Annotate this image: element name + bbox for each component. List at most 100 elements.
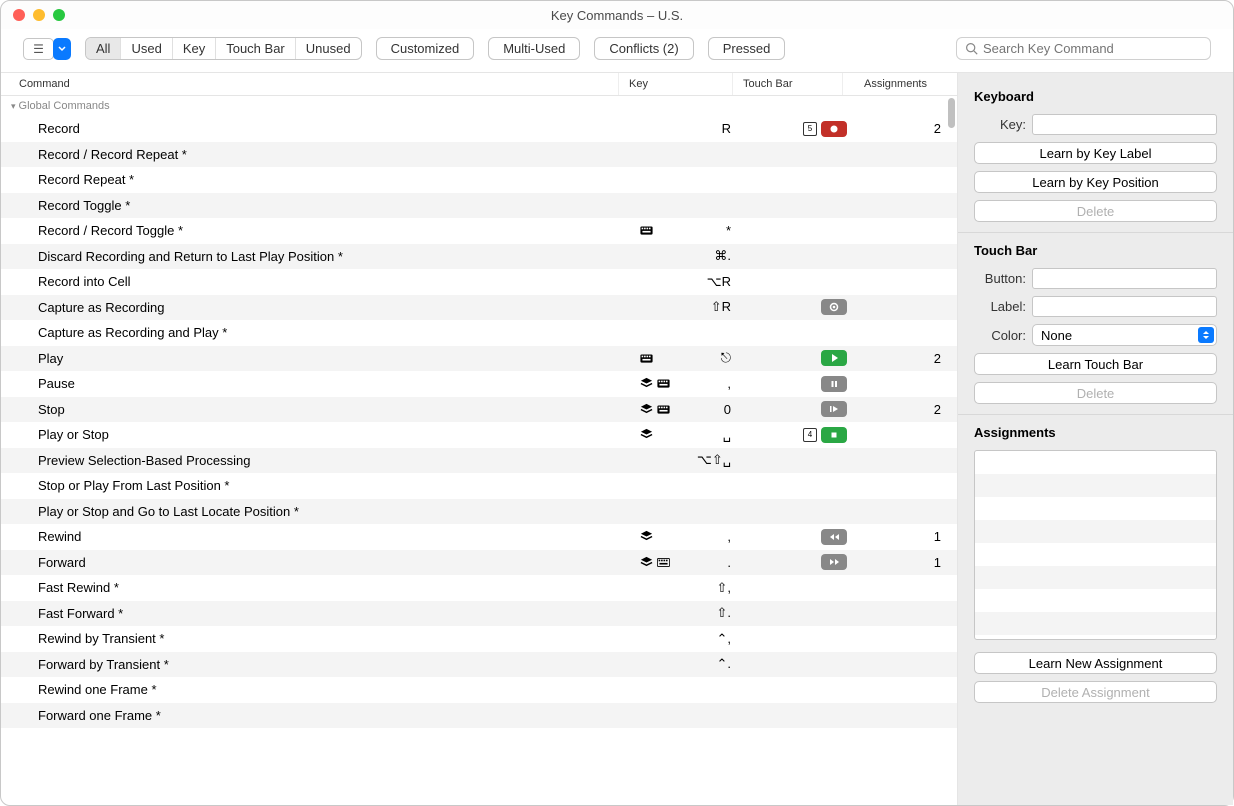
keyboard-delete-button[interactable]: Delete	[974, 200, 1217, 222]
table-row[interactable]: Rewind one Frame *	[1, 677, 957, 703]
command-name: Record Toggle *	[1, 198, 633, 213]
window-title: Key Commands – U.S.	[1, 8, 1233, 23]
table-row[interactable]: Rewind by Transient *⌃,	[1, 626, 957, 652]
table-row[interactable]: Record / Record Toggle **	[1, 218, 957, 244]
key-text: *	[726, 223, 731, 238]
key-cell: 0	[633, 402, 747, 417]
toolbar: ☰ AllUsedKeyTouch BarUnused Customized M…	[1, 29, 1233, 73]
touchbar-delete-button[interactable]: Delete	[974, 382, 1217, 404]
zoom-window-button[interactable]	[53, 9, 65, 21]
touchbar-color-select[interactable]: None	[1032, 324, 1217, 346]
table-row[interactable]: Play or Stop␣4	[1, 422, 957, 448]
layers-icon	[639, 428, 653, 442]
delete-assignment-button[interactable]: Delete Assignment	[974, 681, 1217, 703]
filter-seg-key[interactable]: Key	[173, 38, 216, 59]
table-row[interactable]: Capture as Recording and Play *	[1, 320, 957, 346]
assignments-list[interactable]	[974, 450, 1217, 640]
learn-touchbar-button[interactable]: Learn Touch Bar	[974, 353, 1217, 375]
search-input[interactable]	[983, 41, 1202, 56]
touchbar-pill-icon	[821, 427, 847, 443]
key-cell: ,	[633, 529, 747, 544]
command-name: Capture as Recording	[1, 300, 633, 315]
key-cell: ⇧R	[633, 299, 747, 315]
command-name: Discard Recording and Return to Last Pla…	[1, 249, 633, 264]
assignment-row[interactable]	[975, 543, 1216, 566]
table-row[interactable]: Play⎋2	[1, 346, 957, 372]
touchbar-cell	[747, 529, 857, 545]
touchbar-button-input[interactable]	[1032, 268, 1217, 289]
touchbar-pill-icon	[821, 299, 847, 315]
key-text: ,	[727, 529, 731, 544]
assignment-row[interactable]	[975, 589, 1216, 612]
filter-seg-all[interactable]: All	[86, 38, 121, 59]
options-dropdown-button[interactable]	[53, 38, 71, 60]
table-row[interactable]: Forward by Transient *⌃.	[1, 652, 957, 678]
column-header-key[interactable]: Key	[619, 73, 733, 95]
filter-segment-group: AllUsedKeyTouch BarUnused	[85, 37, 362, 60]
customized-filter-button[interactable]: Customized	[376, 37, 475, 60]
table-row[interactable]: Record Repeat *	[1, 167, 957, 193]
table-row[interactable]: Rewind,1	[1, 524, 957, 550]
column-header-command[interactable]: Command	[1, 73, 619, 95]
minimize-window-button[interactable]	[33, 9, 45, 21]
group-row-global-commands[interactable]: ▾Global Commands	[1, 96, 957, 116]
table-row[interactable]: Stop02	[1, 397, 957, 423]
table-row[interactable]: Discard Recording and Return to Last Pla…	[1, 244, 957, 270]
touchbar-slot-number: 4	[803, 428, 817, 442]
table-row[interactable]: Fast Rewind *⇧,	[1, 575, 957, 601]
layers-icon	[639, 402, 653, 416]
learn-by-key-label-button[interactable]: Learn by Key Label	[974, 142, 1217, 164]
multi-used-filter-button[interactable]: Multi-Used	[488, 37, 580, 60]
table-row[interactable]: Capture as Recording⇧R	[1, 295, 957, 321]
key-text: ⇧.	[716, 605, 731, 621]
table-row[interactable]: Forward.1	[1, 550, 957, 576]
table-row[interactable]: Play or Stop and Go to Last Locate Posit…	[1, 499, 957, 525]
search-field[interactable]	[956, 37, 1211, 60]
key-cell: ␣	[633, 427, 747, 443]
column-header-touchbar[interactable]: Touch Bar	[733, 73, 843, 95]
touchbar-label-input[interactable]	[1032, 296, 1217, 317]
keyboard-outline-icon	[656, 555, 670, 569]
column-header-assignments[interactable]: Assignments	[843, 73, 943, 95]
table-row[interactable]: Stop or Play From Last Position *	[1, 473, 957, 499]
table-row[interactable]: Fast Forward *⇧.	[1, 601, 957, 627]
table-row[interactable]: Pause,	[1, 371, 957, 397]
key-text: ⌘.	[714, 248, 731, 264]
assignment-row[interactable]	[975, 451, 1216, 474]
table-row[interactable]: Record / Record Repeat *	[1, 142, 957, 168]
table-row[interactable]: Preview Selection-Based Processing⌥⇧␣	[1, 448, 957, 474]
key-cell: ⌃,	[633, 631, 747, 647]
close-window-button[interactable]	[13, 9, 25, 21]
command-name: Rewind one Frame *	[1, 682, 633, 697]
touchbar-pill-icon	[821, 121, 847, 137]
assignment-row[interactable]	[975, 566, 1216, 589]
learn-by-key-position-button[interactable]: Learn by Key Position	[974, 171, 1217, 193]
command-name: Fast Rewind *	[1, 580, 633, 595]
conflicts-filter-button[interactable]: Conflicts (2)	[594, 37, 693, 60]
scrollbar-thumb[interactable]	[948, 98, 955, 128]
touchbar-cell	[747, 376, 857, 392]
key-input[interactable]	[1032, 114, 1217, 135]
group-label: Global Commands	[19, 100, 110, 112]
filter-seg-touch-bar[interactable]: Touch Bar	[216, 38, 296, 59]
table-body[interactable]: ▾Global CommandsRecordR52Record / Record…	[1, 96, 957, 728]
table-row[interactable]: Record Toggle *	[1, 193, 957, 219]
search-icon	[965, 42, 978, 55]
assignment-row[interactable]	[975, 474, 1216, 497]
options-menu-button[interactable]: ☰	[23, 38, 54, 60]
assignment-row[interactable]	[975, 497, 1216, 520]
filter-seg-used[interactable]: Used	[121, 38, 172, 59]
touchbar-pill-icon	[821, 401, 847, 417]
table-row[interactable]: RecordR52	[1, 116, 957, 142]
key-text: ⎋	[721, 350, 731, 366]
window-titlebar: Key Commands – U.S.	[1, 1, 1233, 29]
filter-seg-unused[interactable]: Unused	[296, 38, 361, 59]
touchbar-button-label: Button:	[974, 271, 1026, 286]
table-row[interactable]: Forward one Frame *	[1, 703, 957, 729]
pressed-filter-button[interactable]: Pressed	[708, 37, 786, 60]
learn-new-assignment-button[interactable]: Learn New Assignment	[974, 652, 1217, 674]
table-row[interactable]: Record into Cell⌥R	[1, 269, 957, 295]
assignment-row[interactable]	[975, 612, 1216, 635]
assignment-row[interactable]	[975, 520, 1216, 543]
command-name: Forward one Frame *	[1, 708, 633, 723]
